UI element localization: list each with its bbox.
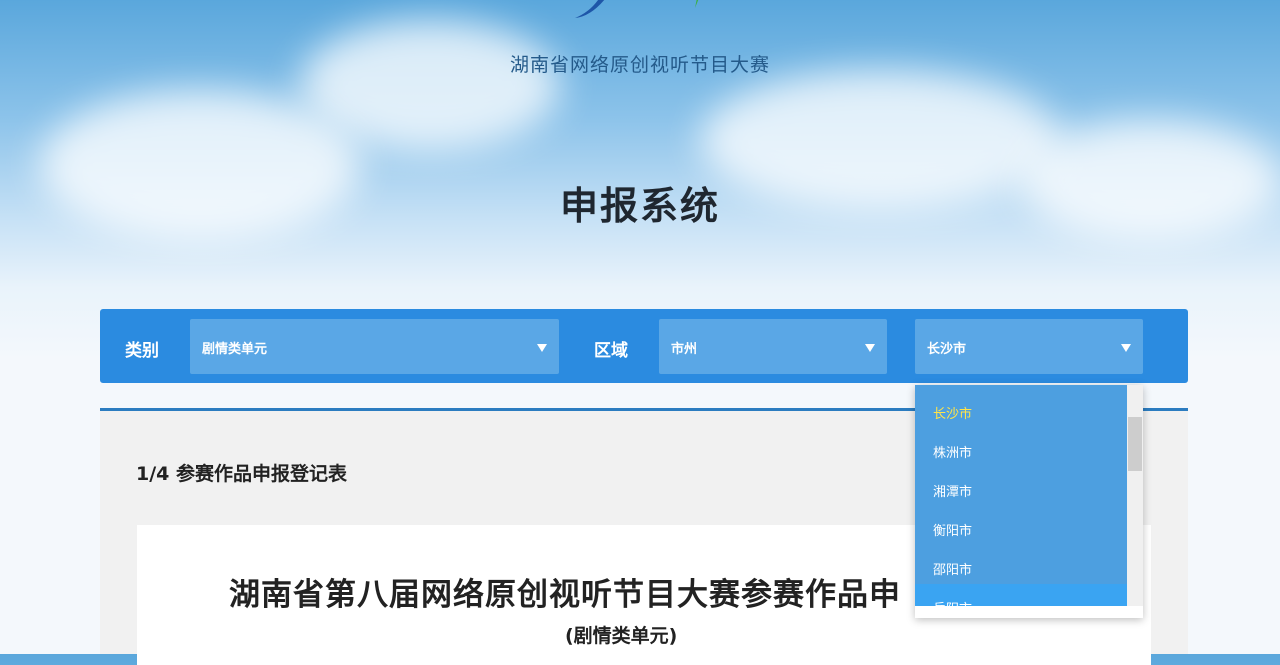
dropdown-option[interactable]: 邵阳市 (915, 545, 1127, 584)
page-title: 申报系统 (559, 184, 720, 228)
filter-bar: 类别 剧情类单元 区域 市州 长沙市 (100, 309, 1188, 383)
chevron-down-icon (865, 344, 875, 352)
city-dropdown-list[interactable]: 长沙市 株洲市 湘潭市 衡阳市 邵阳市 岳阳市 (915, 385, 1127, 606)
dropdown-option[interactable]: 岳阳市 (915, 584, 1127, 606)
city-dropdown: 长沙市 株洲市 湘潭市 衡阳市 邵阳市 岳阳市 (915, 385, 1143, 618)
city-select[interactable]: 长沙市 (915, 319, 1143, 374)
region-label: 区域 (594, 341, 628, 361)
logo-icon (575, 0, 699, 18)
chevron-down-icon (537, 344, 547, 352)
region-type-select-value: 市州 (671, 342, 698, 357)
form-subtitle: (剧情类单元) (565, 625, 678, 647)
dropdown-option[interactable]: 衡阳市 (915, 506, 1127, 545)
dropdown-option[interactable]: 株洲市 (915, 428, 1127, 467)
city-select-value: 长沙市 (927, 342, 967, 357)
category-label: 类别 (125, 341, 159, 361)
chevron-down-icon (1121, 344, 1131, 352)
step-title: 1/4 参赛作品申报登记表 (136, 463, 347, 485)
category-select-value: 剧情类单元 (202, 342, 268, 357)
region-type-select[interactable]: 市州 (659, 319, 887, 374)
scrollbar-thumb[interactable] (1128, 417, 1142, 471)
dropdown-option[interactable]: 湘潭市 (915, 467, 1127, 506)
site-title: 湖南省网络原创视听节目大赛 (509, 54, 770, 76)
dropdown-scrollbar[interactable] (1127, 385, 1143, 606)
category-select[interactable]: 剧情类单元 (190, 319, 559, 374)
dropdown-option[interactable]: 长沙市 (915, 389, 1127, 428)
form-title: 湖南省第八届网络原创视听节目大赛参赛作品申 (229, 577, 901, 613)
